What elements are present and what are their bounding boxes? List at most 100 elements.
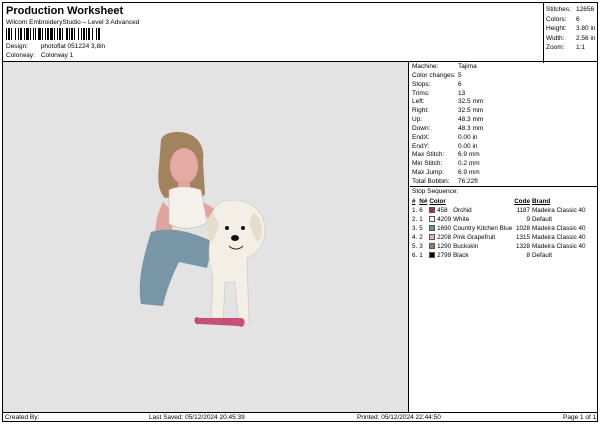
printed-date: Printed: 05/12/2024 22:44:50 <box>357 414 441 421</box>
param-row: Left: 32.5 mm <box>412 98 483 107</box>
thread-brand: Madeira Classic 40 <box>532 243 586 250</box>
param-row: Min Stitch: 0.2 mm <box>412 160 483 169</box>
color-name: White <box>453 216 470 223</box>
summary-label: Stitches: <box>546 6 571 13</box>
summary-row: Width: 2.56 in <box>546 34 596 44</box>
param-row: Up: 48.3 mm <box>412 116 483 125</box>
header-divider <box>543 3 544 63</box>
production-worksheet: Production Worksheet Wilcom EmbroiderySt… <box>2 2 598 422</box>
colorway-label: Colorway: <box>6 52 35 59</box>
color-swatch-cell: 2208 <box>429 233 453 242</box>
param-value: 6.9 mm <box>458 169 480 177</box>
stop-row: 1. 6 458 Orchid 1187 Madeira Classic 40 <box>412 206 588 215</box>
param-label: Down: <box>412 124 431 132</box>
stop-number: 4. <box>412 234 418 241</box>
param-row: Trims: 13 <box>412 90 483 99</box>
col-needle: N# <box>419 198 428 205</box>
thread-code: 8 <box>526 252 530 259</box>
color-name: Pink Grapefruit <box>453 234 496 241</box>
color-swatch <box>429 216 436 223</box>
param-label: Right: <box>412 107 429 115</box>
param-value: 76.22ft <box>458 177 478 185</box>
barcode-bar <box>100 28 101 40</box>
summary-row: Colors: 6 <box>546 15 596 25</box>
color-number: 1290 <box>437 243 452 250</box>
param-label: Trims: <box>412 89 430 97</box>
summary-label: Width: <box>546 34 565 42</box>
col-brand: Brand <box>532 198 551 205</box>
thread-code: 1315 <box>515 234 530 241</box>
param-label: Stops: <box>412 80 431 88</box>
color-swatch-cell: 4209 <box>429 215 453 224</box>
param-label: Max Jump: <box>412 169 444 177</box>
param-value: 48.3 mm <box>458 116 484 124</box>
param-value: 5 <box>458 71 462 79</box>
thread-brand: Madeira Classic 40 <box>532 234 586 241</box>
needle-number: 3 <box>419 243 423 250</box>
param-label: EndY: <box>412 142 430 150</box>
thread-brand: Madeira Classic 40 <box>532 207 586 214</box>
created-by: Created By: <box>5 414 40 421</box>
stop-row: 2. 1 4209 White 9 Default <box>412 215 588 224</box>
param-label: Up: <box>412 116 423 124</box>
software-subtitle: Wilcom EmbroideryStudio – Level 3 Advanc… <box>6 19 140 26</box>
summary-value: 2.56 in <box>576 34 596 42</box>
param-value: 0.00 in <box>458 133 478 141</box>
design-value: photoflat 051224 3,8in <box>40 43 106 50</box>
param-row: EndY: 0.00 in <box>412 143 483 152</box>
stop-row: 5. 3 1290 Buckskin 1328 Madeira Classic 40 <box>412 242 588 251</box>
stop-number: 1. <box>412 207 418 214</box>
stop-number: 5. <box>412 243 418 250</box>
needle-number: 6 <box>419 207 423 214</box>
param-label: Machine: <box>412 63 439 70</box>
worksheet-footer: Created By: Last Saved: 05/12/2024 20:45… <box>3 412 597 422</box>
stop-sequence-title: Stop Sequence: <box>412 188 459 195</box>
param-label: Left: <box>412 98 425 106</box>
thread-brand: Madeira Classic 40 <box>532 225 586 232</box>
thread-brand: Default <box>532 252 552 259</box>
color-swatch <box>429 243 436 250</box>
machine-info-panel: Machine: Tajima Color changes: 5 Stops: 6 Trim… <box>410 62 597 412</box>
color-number: 458 <box>437 207 448 214</box>
param-row: Max Stitch: 6.9 mm <box>412 151 483 160</box>
thread-code: 1328 <box>515 243 530 250</box>
summary-value: 6 <box>576 15 580 23</box>
last-saved: Last Saved: 05/12/2024 20:45:39 <box>149 414 245 421</box>
summary-value: 12656 <box>576 6 595 13</box>
color-swatch <box>429 252 436 259</box>
color-name: Buckskin <box>453 243 479 250</box>
color-swatch-cell: 1290 <box>429 242 453 251</box>
col-code: Code <box>514 198 530 205</box>
color-swatch-cell: 2799 <box>429 251 453 260</box>
param-value: 0.00 in <box>458 142 478 150</box>
param-row: Machine: Tajima <box>412 63 483 72</box>
thread-brand: Default <box>532 216 552 223</box>
color-name: Black <box>453 252 469 259</box>
thread-code: 9 <box>526 216 530 223</box>
summary-label: Zoom: <box>546 44 565 52</box>
param-row: Right: 32.5 mm <box>412 107 483 116</box>
color-swatch-cell: 458 <box>429 206 453 215</box>
param-row: Color changes: 5 <box>412 72 483 81</box>
summary-row: Height: 3.80 in <box>546 24 596 34</box>
summary-row: Zoom: 1:1 <box>546 43 596 53</box>
summary-row: Stitches: 12656 <box>546 5 596 15</box>
colorway-row: Colorway: Colorway 1 <box>6 52 73 59</box>
color-swatch <box>429 234 436 241</box>
needle-number: 5 <box>419 225 423 232</box>
color-number: 2799 <box>437 252 452 259</box>
param-row: Down: 48.3 mm <box>412 125 483 134</box>
stop-number: 2. <box>412 216 418 223</box>
param-label: Max Stitch: <box>412 151 445 159</box>
param-label: EndX: <box>412 133 430 141</box>
page-number: Page 1 of 1 <box>563 414 597 421</box>
color-number: 1690 <box>437 225 452 232</box>
colorway-value: Colorway 1 <box>40 52 74 59</box>
worksheet-title: Production Worksheet <box>6 5 124 17</box>
summary-label: Height: <box>546 25 567 33</box>
stop-sequence-rule <box>410 186 597 187</box>
col-color: Color <box>429 198 446 205</box>
summary-value: 3.80 in <box>576 25 596 33</box>
embroidery-design-image <box>139 132 266 327</box>
param-label: Color changes: <box>412 71 456 79</box>
